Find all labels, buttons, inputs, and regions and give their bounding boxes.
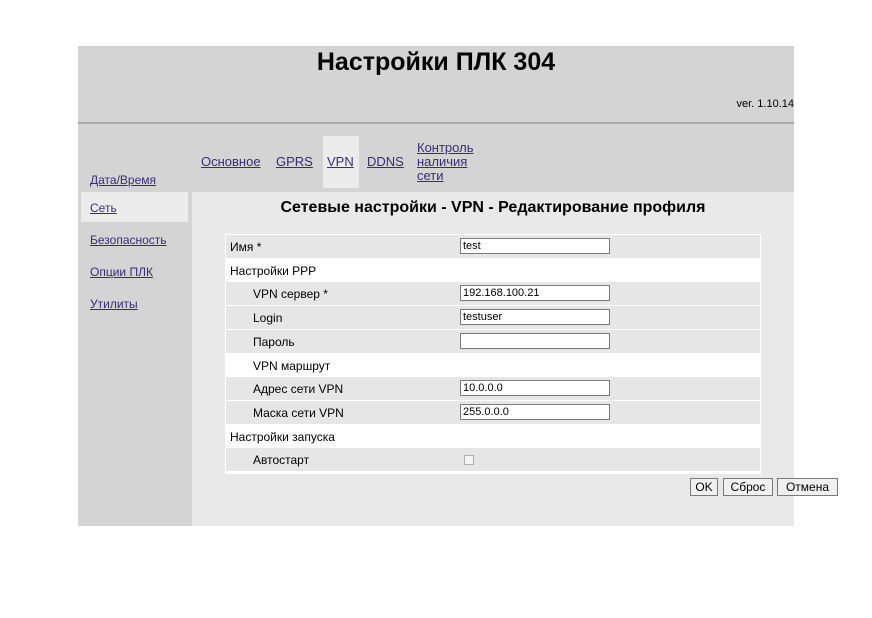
name-label: Имя * [230,240,262,254]
sidebar-item-label[interactable]: Дата/Время [90,173,156,187]
net-address-label: Адрес сети VPN [253,382,344,396]
autostart-label: Автостарт [253,453,310,467]
autostart-checkbox[interactable] [464,455,474,465]
row-ppp-header: Настройки PPP [226,259,760,282]
startup-settings-header: Настройки запуска [230,430,335,444]
row-vpn-route: VPN маршрут [226,354,760,377]
login-label: Login [253,311,283,325]
row-startup-header: Настройки запуска [226,425,760,448]
sidebar-item-label[interactable]: Утилиты [90,297,138,311]
sidebar-item-datetime[interactable]: Дата/Время [81,164,188,194]
row-login: Login [226,306,760,329]
tab-network-control[interactable]: Контроль наличия сети [417,141,473,183]
row-net-mask: Маска сети VPN [226,401,760,424]
row-net-address: Адрес сети VPN [226,377,760,400]
ok-button[interactable]: OK [690,478,718,496]
tab-gprs[interactable]: GPRS [276,155,313,168]
vpn-profile-form: Имя * Настройки PPP VPN сервер * Login П… [225,234,761,474]
tab-vpn-label[interactable]: VPN [327,155,354,168]
net-address-input[interactable] [460,380,610,396]
row-password: Пароль [226,330,760,353]
net-mask-label: Маска сети VPN [253,406,344,420]
login-input[interactable] [460,309,610,325]
ppp-settings-header: Настройки PPP [230,264,317,278]
name-input[interactable] [460,238,610,254]
reset-button[interactable]: Сброс [723,478,773,496]
sidebar: Дата/Время Сеть Безопасность Опции ПЛК У… [78,126,192,526]
cancel-button[interactable]: Отмена [777,478,838,496]
header-divider [78,122,794,124]
row-autostart: Автостарт [226,448,760,471]
password-label: Пароль [253,335,295,349]
section-title: Сетевые настройки - VPN - Редактирование… [280,199,706,216]
tab-network-control-line3[interactable]: сети [417,169,473,183]
sidebar-item-utilities[interactable]: Утилиты [81,288,188,318]
tab-osnovnoe[interactable]: Основное [201,155,261,168]
sidebar-item-label[interactable]: Опции ПЛК [90,265,153,279]
sidebar-item-label[interactable]: Сеть [90,201,117,215]
tab-network-control-line1[interactable]: Контроль [417,141,473,155]
row-name: Имя * [226,235,760,258]
vpn-server-input[interactable] [460,285,610,301]
sidebar-item-network[interactable]: Сеть [81,192,188,222]
vpn-route-header: VPN маршрут [253,359,331,373]
main-content: Основное GPRS VPN DDNS Контроль наличия … [192,126,838,526]
tab-network-control-line2[interactable]: наличия [417,155,473,169]
version-label: ver. 1.10.14 [736,98,795,110]
password-input[interactable] [460,333,610,349]
tab-bar: Основное GPRS VPN DDNS Контроль наличия … [192,126,794,192]
page-container: Настройки ПЛК 304 ver. 1.10.14 Дата/Врем… [78,46,838,526]
tab-ddns[interactable]: DDNS [367,155,404,168]
sidebar-item-security[interactable]: Безопасность [81,224,188,254]
page-title: Настройки ПЛК 304 [316,48,556,76]
sidebar-item-label[interactable]: Безопасность [90,233,167,247]
tab-vpn[interactable]: VPN [323,136,359,188]
net-mask-input[interactable] [460,404,610,420]
header: Настройки ПЛК 304 ver. 1.10.14 [78,46,794,122]
sidebar-item-plc-options[interactable]: Опции ПЛК [81,256,188,286]
vpn-server-label: VPN сервер * [253,287,328,301]
row-vpn-server: VPN сервер * [226,282,760,305]
